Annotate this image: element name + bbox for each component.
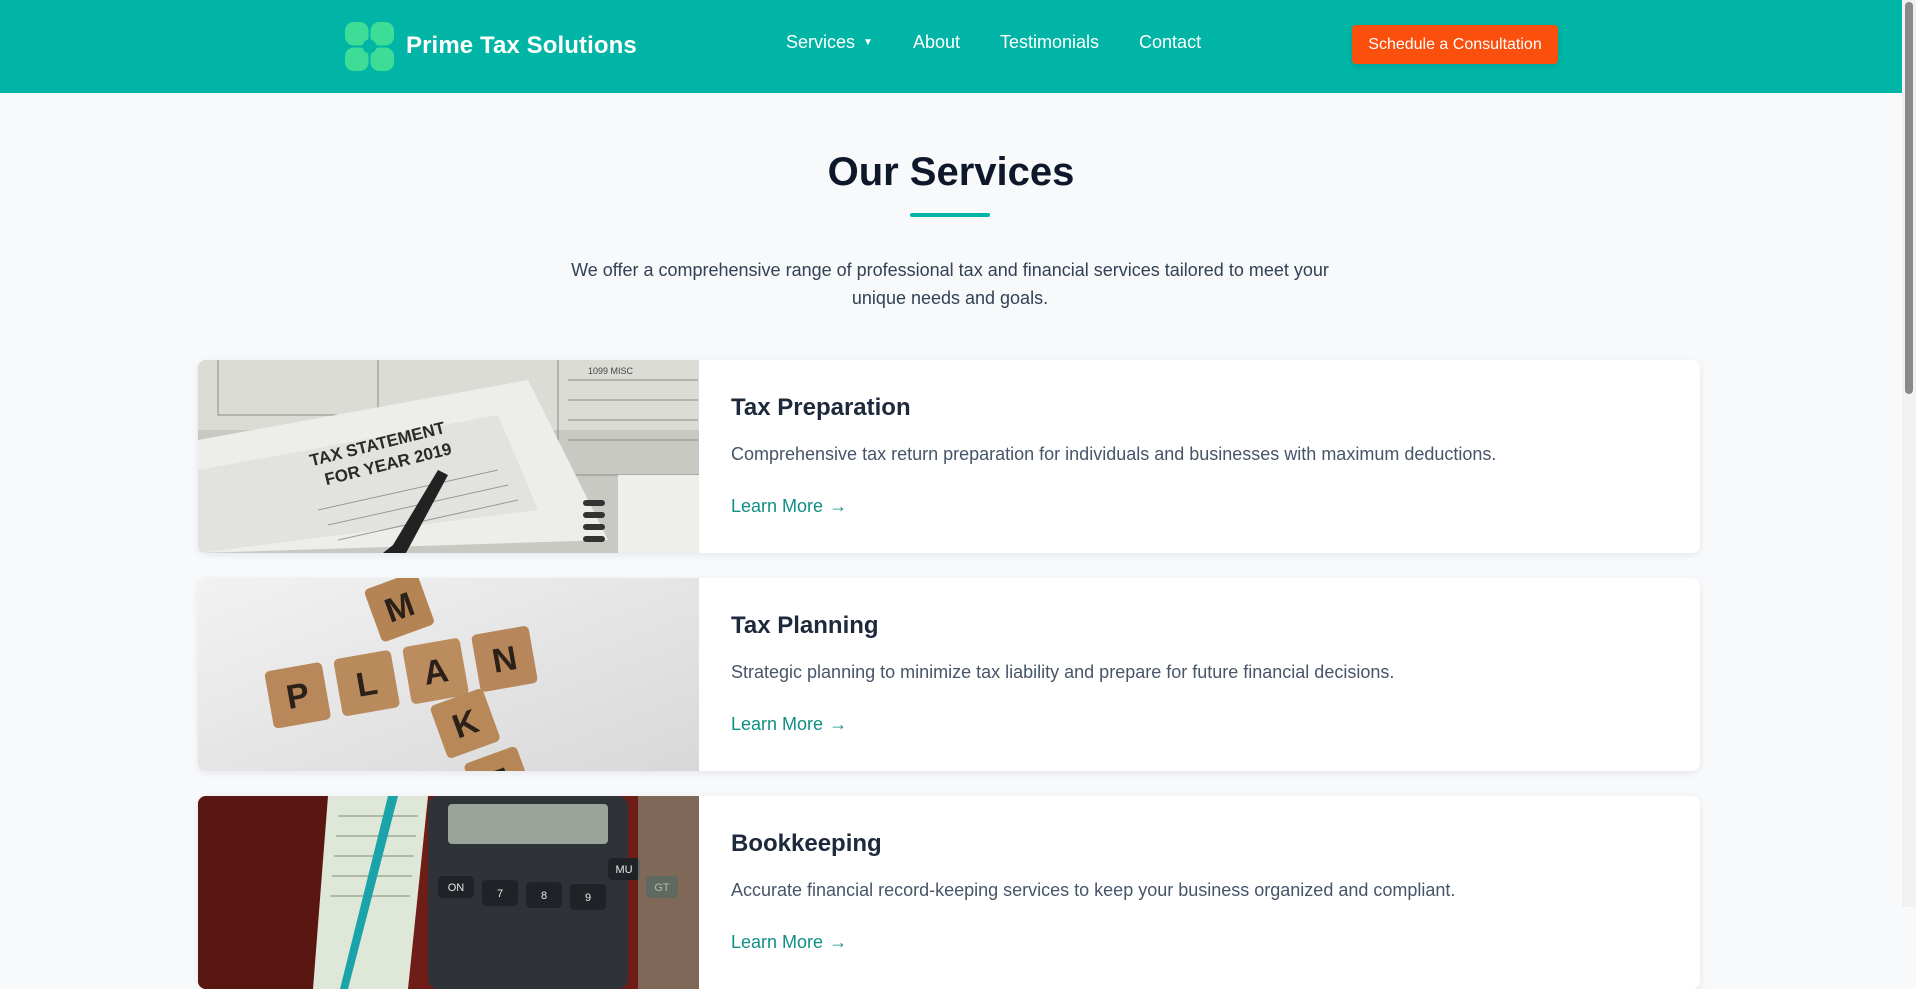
main-nav: Services ▼ About Testimonials Contact <box>786 32 1201 53</box>
arrow-right-icon: → <box>829 496 848 516</box>
service-card-tax-preparation: TAX STATEMENT FOR YEAR 2019 1099 MISC Ta… <box>198 360 1700 553</box>
section-title: Our Services <box>827 150 1075 194</box>
top-navigation-bar: Prime Tax Solutions Services ▼ About Tes… <box>0 0 1902 93</box>
card-description: Accurate financial record-keeping servic… <box>731 880 1456 900</box>
plan-make-tiles-image: P L A N M K E <box>198 578 699 771</box>
learn-more-link[interactable]: Learn More → <box>731 714 847 735</box>
arrow-right-icon: → <box>829 714 848 734</box>
service-card-tax-planning: P L A N M K E Tax Planning Strategic pla… <box>198 578 1700 771</box>
card-title: Bookkeeping <box>731 830 882 857</box>
arrow-right-icon: → <box>829 932 848 952</box>
learn-more-link[interactable]: Learn More → <box>731 496 847 517</box>
learn-more-label: Learn More <box>731 932 824 952</box>
key-9: 9 <box>585 892 591 904</box>
learn-more-link[interactable]: Learn More → <box>731 932 847 953</box>
tax-statement-image: TAX STATEMENT FOR YEAR 2019 1099 MISC <box>198 360 699 553</box>
key-mu: MU <box>615 864 632 876</box>
key-on: ON <box>448 882 465 894</box>
card-title: Tax Preparation <box>731 394 911 421</box>
image-text-form: 1099 MISC <box>588 366 634 376</box>
schedule-consultation-button[interactable]: Schedule a Consultation <box>1352 25 1558 64</box>
nav-about[interactable]: About <box>913 32 960 53</box>
calculator-desk-image: ON 7 8 9 MU GT <box>198 796 699 989</box>
scrollbar-thumb[interactable] <box>1905 2 1913 394</box>
learn-more-label: Learn More <box>731 496 824 516</box>
card-description: Comprehensive tax return preparation for… <box>731 444 1497 464</box>
learn-more-label: Learn More <box>731 714 824 734</box>
section-intro: We offer a comprehensive range of profes… <box>571 260 1329 308</box>
nav-contact[interactable]: Contact <box>1139 32 1201 53</box>
title-underline <box>910 213 990 217</box>
key-7: 7 <box>497 888 503 900</box>
page-scrollbar[interactable] <box>1902 0 1916 907</box>
caret-down-icon: ▼ <box>863 37 873 48</box>
clover-logo-icon <box>344 21 395 71</box>
card-title: Tax Planning <box>731 612 879 639</box>
nav-testimonials[interactable]: Testimonials <box>1000 32 1099 53</box>
card-description: Strategic planning to minimize tax liabi… <box>731 662 1395 682</box>
nav-services-label: Services <box>786 32 856 52</box>
key-8: 8 <box>541 890 547 902</box>
service-card-bookkeeping: ON 7 8 9 MU GT Bookkeeping Accurate fina… <box>198 796 1700 989</box>
nav-services[interactable]: Services ▼ <box>786 32 873 53</box>
brand-name: Prime Tax Solutions <box>406 32 637 59</box>
brand[interactable]: Prime Tax Solutions <box>343 19 637 73</box>
